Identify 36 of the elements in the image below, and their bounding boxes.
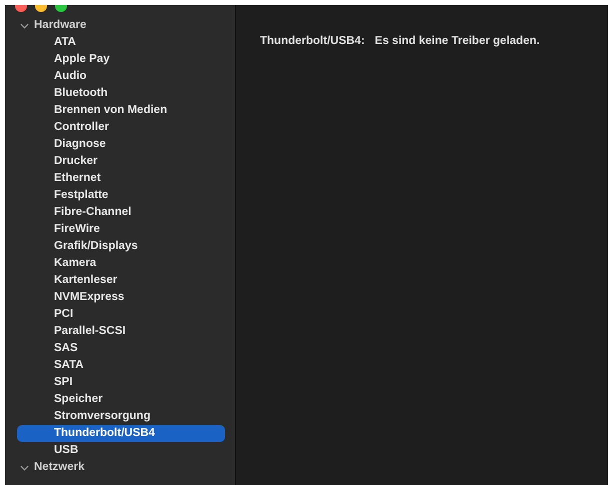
chevron-icon[interactable]	[20, 22, 29, 28]
close-button[interactable]	[15, 5, 27, 12]
sidebar-item[interactable]: Apple Pay	[17, 51, 225, 68]
sidebar-item[interactable]: Fibre-Channel	[17, 204, 225, 221]
sidebar-item[interactable]: Ethernet	[17, 170, 225, 187]
content-label: Thunderbolt/USB4:	[260, 35, 365, 47]
sidebar-item[interactable]: SAS	[17, 340, 225, 357]
sidebar-item[interactable]: Thunderbolt/USB4	[17, 425, 225, 442]
section-label: Netzwerk	[34, 460, 84, 475]
sidebar-item[interactable]: ATA	[17, 34, 225, 51]
sidebar-item[interactable]: Diagnose	[17, 136, 225, 153]
section-label: Hardware	[34, 18, 86, 33]
sidebar-section[interactable]: Netzwerk	[5, 459, 235, 476]
sidebar-item[interactable]: NVMExpress	[17, 289, 225, 306]
sidebar-item[interactable]: Audio	[17, 68, 225, 85]
sidebar-item[interactable]: Festplatte	[17, 187, 225, 204]
sidebar-item[interactable]: FireWire	[17, 221, 225, 238]
sidebar-section[interactable]: Hardware	[5, 17, 235, 34]
status-message: Es sind keine Treiber geladen.	[374, 35, 540, 47]
chevron-icon[interactable]	[20, 464, 29, 470]
sidebar-item[interactable]: Brennen von Medien	[17, 102, 225, 119]
sidebar-item[interactable]: Speicher	[17, 391, 225, 408]
minimize-button[interactable]	[35, 5, 47, 12]
sidebar-item[interactable]: SATA	[17, 357, 225, 374]
sidebar-item[interactable]: USB	[17, 442, 225, 459]
sidebar-item[interactable]: Controller	[17, 119, 225, 136]
zoom-button[interactable]	[55, 5, 67, 12]
sidebar-item[interactable]: Stromversorgung	[17, 408, 225, 425]
sidebar-item[interactable]: Bluetooth	[17, 85, 225, 102]
sidebar-item[interactable]: Grafik/Displays	[17, 238, 225, 255]
sidebar-item[interactable]: Parallel-SCSI	[17, 323, 225, 340]
sidebar-item[interactable]: Kamera	[17, 255, 225, 272]
sidebar-item[interactable]: Drucker	[17, 153, 225, 170]
sidebar-item[interactable]: SPI	[17, 374, 225, 391]
sidebar-item[interactable]: PCI	[17, 306, 225, 323]
sidebar-item[interactable]: Kartenleser	[17, 272, 225, 289]
